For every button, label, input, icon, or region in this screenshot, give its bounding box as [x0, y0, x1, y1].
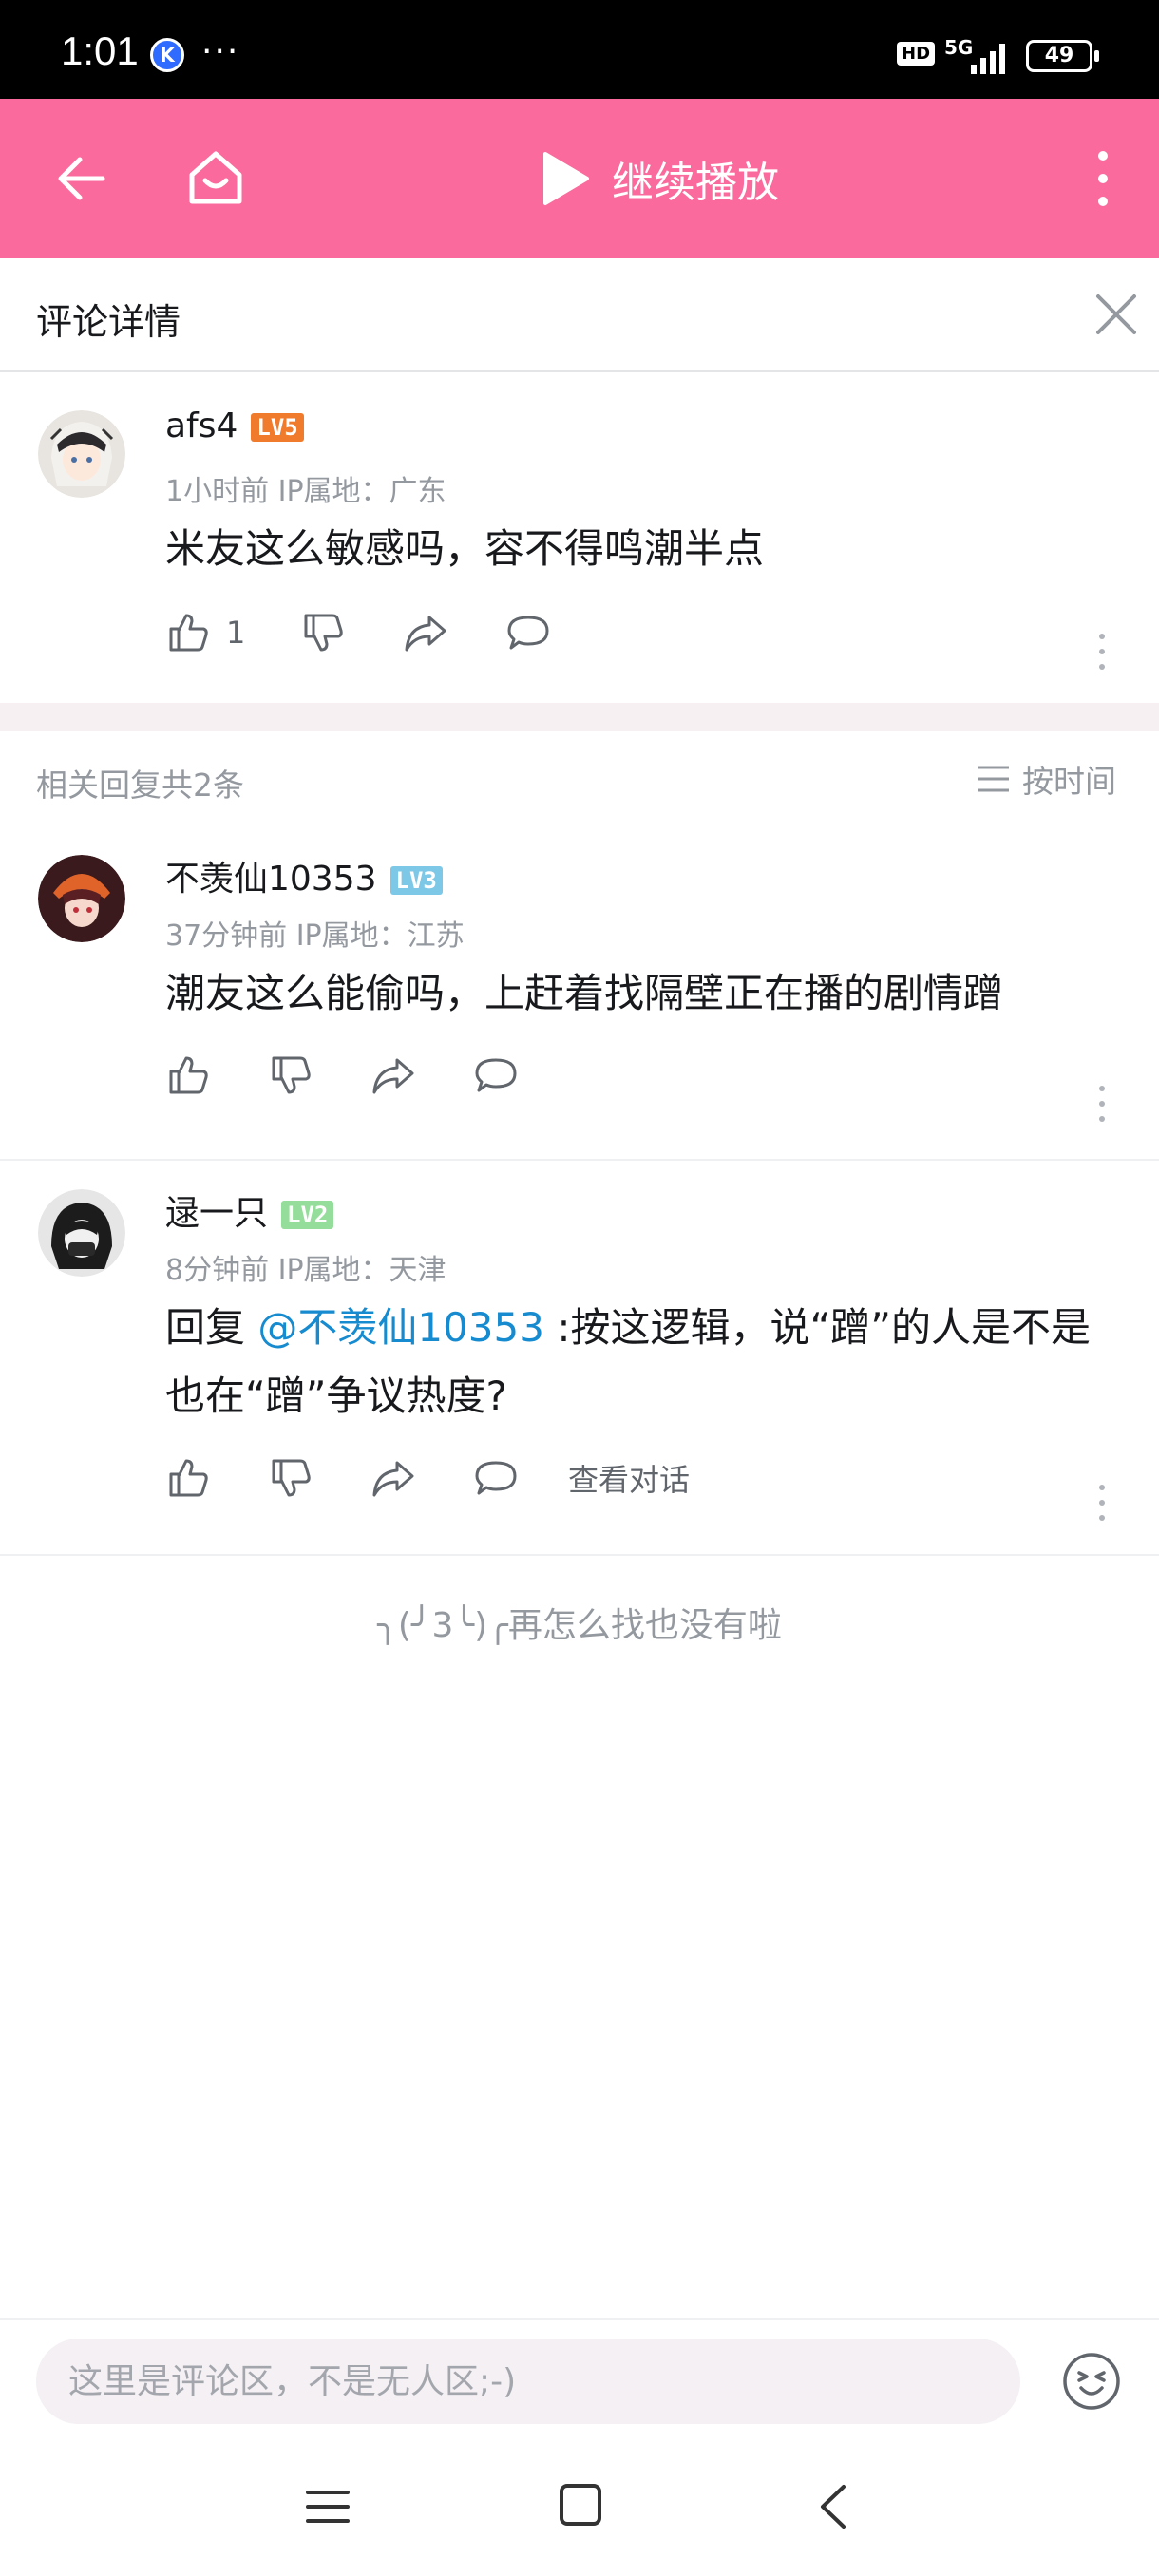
replies-header: 相关回复共2条 按时间	[0, 731, 1159, 826]
avatar[interactable]	[38, 1189, 125, 1277]
dislike-icon[interactable]	[300, 610, 346, 655]
comment-meta: 8分钟前 IP属地：天津	[165, 1254, 446, 1287]
reply-item: 不羡仙10353 LV3 37分钟前 IP属地：江苏 潮友这么能偷吗，上赶着找隔壁…	[0, 826, 1159, 1159]
home-square-icon[interactable]	[557, 2481, 604, 2529]
replies-count: 相关回复共2条	[36, 767, 244, 804]
avatar[interactable]	[38, 855, 125, 942]
username[interactable]: 不羡仙10353	[165, 860, 377, 899]
comment-meta: 37分钟前 IP属地：江苏	[165, 919, 465, 953]
page-title: 评论详情	[36, 301, 181, 343]
comment-content: 潮友这么能偷吗，上赶着找隔壁正在播的剧情蹭	[165, 970, 1004, 1016]
status-time: 1:01	[61, 28, 139, 73]
comment-actions: 查看对话	[165, 1449, 690, 1506]
username-row: 不羡仙10353 LV3	[165, 851, 443, 900]
level-badge: LV3	[390, 866, 443, 895]
reply-prefix: 回复	[165, 1304, 258, 1351]
reply-item: 逯一只 LV2 8分钟前 IP属地：天津 回复 @不羡仙10353 :按这逻辑，说…	[0, 1161, 1159, 1554]
share-icon[interactable]	[370, 1455, 416, 1501]
recent-apps-icon[interactable]	[304, 2483, 352, 2530]
continue-play-button[interactable]: 继续播放	[540, 144, 779, 213]
sort-list-icon	[978, 766, 1009, 792]
comment-more-icon[interactable]	[1092, 631, 1112, 672]
app-notification-icon: K	[150, 38, 184, 72]
more-notifications-icon: ···	[201, 32, 240, 71]
comment-input-bar	[0, 2318, 1159, 2441]
reply-icon[interactable]	[505, 610, 551, 655]
level-badge: LV2	[281, 1201, 334, 1229]
close-icon[interactable]	[1092, 291, 1140, 338]
status-bar: 1:01 K ··· HD 5G 49	[0, 0, 1159, 99]
nav-back-icon[interactable]	[815, 2481, 849, 2532]
signal-icon	[971, 44, 1005, 74]
comment-input[interactable]	[36, 2339, 1020, 2424]
like-count: 1	[226, 615, 246, 651]
like-icon[interactable]	[165, 1052, 211, 1098]
comment-meta: 1小时前 IP属地：广东	[165, 475, 446, 508]
dislike-icon[interactable]	[268, 1052, 314, 1098]
comment-actions: 1	[165, 604, 608, 661]
avatar[interactable]	[38, 410, 125, 498]
root-comment: afs4 LV5 1小时前 IP属地：广东 米友这么敏感吗，容不得鸣潮半点 1	[0, 372, 1159, 703]
system-nav-bar	[0, 2441, 1159, 2576]
reply-icon[interactable]	[473, 1052, 519, 1098]
username[interactable]: afs4	[165, 407, 238, 445]
comment-content: 回复 @不羡仙10353 :按这逻辑，说“蹭”的人是不是也在“蹭”争议热度?	[165, 1294, 1121, 1430]
comment-detail-bar: 评论详情	[0, 258, 1159, 372]
dislike-icon[interactable]	[268, 1455, 314, 1501]
share-icon[interactable]	[370, 1052, 416, 1098]
battery-icon: 49	[1026, 40, 1099, 72]
home-icon[interactable]	[182, 144, 249, 211]
back-arrow-icon[interactable]	[51, 148, 112, 209]
divider	[0, 1554, 1159, 1556]
end-of-list-tip: ╮(╯3╰)╭再怎么找也没有啦	[377, 1606, 782, 1645]
comment-more-icon[interactable]	[1092, 1482, 1112, 1524]
comment-actions	[165, 1047, 576, 1104]
sort-button[interactable]: 按时间	[977, 756, 1116, 802]
hd-voice-icon: HD	[897, 42, 936, 66]
like-icon[interactable]	[165, 1455, 211, 1501]
comment-more-icon[interactable]	[1092, 1083, 1112, 1125]
more-vertical-icon[interactable]	[1087, 146, 1119, 211]
continue-play-label: 继续播放	[612, 159, 779, 207]
top-app-bar: 继续播放	[0, 99, 1159, 258]
section-divider	[0, 703, 1159, 731]
username-row: afs4 LV5	[165, 407, 304, 445]
view-dialog-link[interactable]: 查看对话	[568, 1456, 690, 1500]
username[interactable]: 逯一只	[165, 1194, 268, 1233]
reply-icon[interactable]	[473, 1455, 519, 1501]
comment-content: 米友这么敏感吗，容不得鸣潮半点	[165, 525, 765, 572]
username-row: 逯一只 LV2	[165, 1185, 334, 1235]
emoji-icon[interactable]	[1062, 2352, 1121, 2411]
sort-label: 按时间	[1022, 763, 1116, 800]
mention-link[interactable]: @不羡仙10353	[257, 1304, 544, 1351]
level-badge: LV5	[251, 413, 304, 442]
play-icon	[543, 152, 589, 205]
share-icon[interactable]	[403, 610, 448, 655]
like-icon[interactable]	[165, 610, 211, 655]
